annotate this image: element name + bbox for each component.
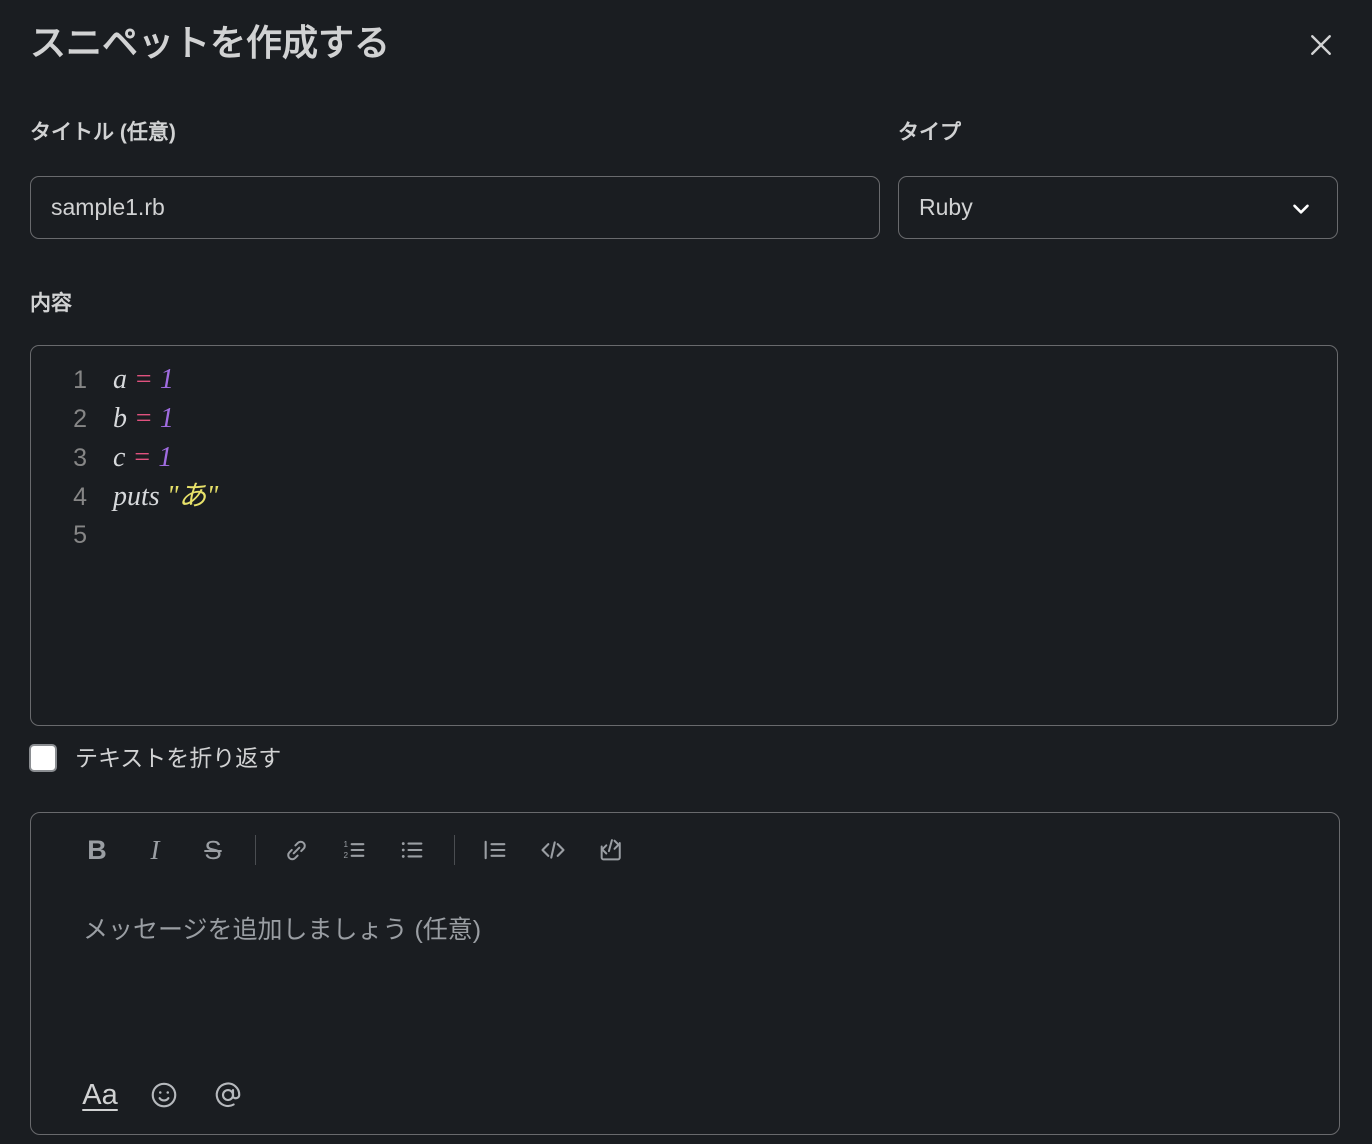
code-token-num: 1 [158, 442, 173, 473]
emoji-icon[interactable] [141, 1072, 187, 1118]
code-line: 3c = 1 [31, 438, 1337, 477]
code-token-op: = [132, 442, 152, 473]
formatting-icon[interactable]: Aa [77, 1072, 123, 1118]
bold-icon[interactable]: B [75, 828, 119, 872]
code-line: 4 puts "あ" [31, 477, 1337, 516]
code-token-op: = [134, 364, 153, 395]
wrap-text-checkbox[interactable] [29, 744, 57, 772]
code-line-content: b = 1 [87, 399, 174, 438]
code-token-str: "あ" [166, 481, 219, 512]
type-select[interactable]: Ruby [898, 176, 1338, 239]
title-field-label: タイトル (任意) [30, 121, 176, 144]
wrap-text-checkbox-row[interactable]: テキストを折り返す [29, 744, 281, 772]
code-token-var: a [113, 364, 127, 395]
mention-icon[interactable] [205, 1072, 251, 1118]
code-block-icon[interactable] [589, 828, 633, 872]
code-icon[interactable] [531, 828, 575, 872]
code-token-var: c [113, 442, 126, 473]
title-input[interactable] [30, 176, 880, 239]
code-token-num: 1 [159, 364, 174, 395]
toolbar-divider [255, 835, 256, 865]
dialog-header: スニペットを作成する [0, 0, 1372, 95]
bulleted-list-icon[interactable] [390, 828, 434, 872]
code-line: 1a = 1 [31, 360, 1337, 399]
line-number: 2 [73, 405, 87, 433]
code-token-num: 1 [159, 403, 174, 434]
formatting-toolbar: B I S 1 2 [31, 813, 647, 887]
code-lines: 1a = 12b = 13c = 1 4 puts "あ" 5 [31, 360, 1337, 555]
toolbar-divider-2 [454, 835, 455, 865]
ordered-list-icon[interactable]: 1 2 [332, 828, 376, 872]
type-field-label: タイプ [898, 121, 961, 144]
svg-text:2: 2 [344, 851, 349, 860]
line-number: 4 [73, 483, 87, 511]
message-input-placeholder[interactable]: メッセージを追加しましょう (任意) [83, 913, 481, 947]
italic-icon[interactable]: I [133, 828, 177, 872]
code-token-op: = [134, 403, 153, 434]
message-composer[interactable]: B I S 1 2 メッセージを追加しましょう (任意) Aa [30, 812, 1340, 1135]
code-line-content: a = 1 [87, 360, 174, 399]
code-line-content: puts "あ" [87, 477, 218, 516]
close-button[interactable] [1302, 26, 1340, 64]
type-select-value: Ruby [919, 194, 973, 220]
link-icon[interactable] [274, 828, 318, 872]
composer-actions: Aa [77, 1072, 269, 1118]
blockquote-icon[interactable] [473, 828, 517, 872]
code-editor[interactable]: 1a = 12b = 13c = 1 4 puts "あ" 5 [30, 345, 1338, 726]
code-line-content: c = 1 [87, 438, 172, 477]
code-line: 5 [31, 516, 1337, 555]
code-token-kw: puts [113, 481, 160, 512]
wrap-text-label: テキストを折り返す [75, 745, 282, 771]
content-field-label: 内容 [30, 292, 72, 315]
line-number: 1 [73, 366, 87, 394]
chevron-down-icon [1283, 195, 1319, 221]
line-number: 3 [73, 444, 87, 472]
create-snippet-dialog: スニペットを作成する タイトル (任意) タイプ Ruby 内容 1a = 12… [0, 0, 1372, 1144]
code-line: 2b = 1 [31, 399, 1337, 438]
line-number: 5 [73, 521, 87, 549]
close-icon [1306, 30, 1336, 60]
code-token-var: b [113, 403, 127, 434]
page-title: スニペットを作成する [30, 22, 391, 63]
strikethrough-icon[interactable]: S [191, 828, 235, 872]
svg-text:1: 1 [344, 840, 349, 849]
